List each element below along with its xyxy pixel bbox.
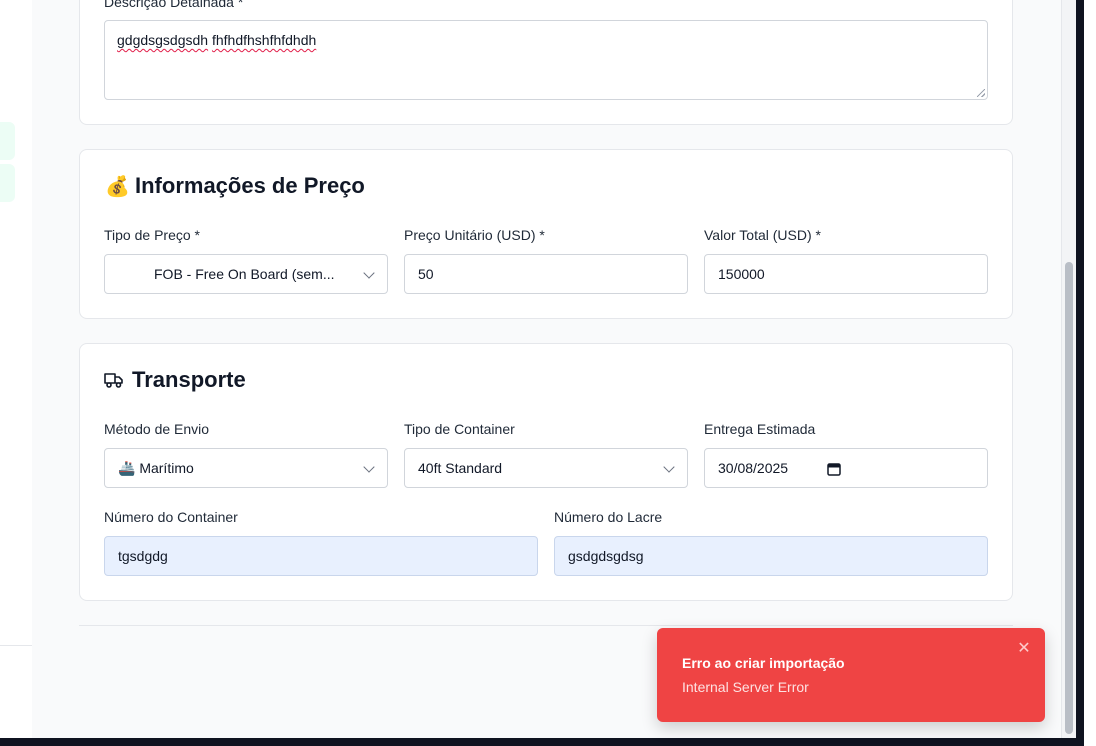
- unit-price-input[interactable]: 50: [404, 254, 688, 294]
- description-text-1: gdgdsgsdgsdh: [117, 32, 209, 48]
- money-bag-icon: 💰: [105, 176, 130, 198]
- toast-message: Internal Server Error: [682, 679, 809, 695]
- background-page: [0, 0, 32, 738]
- unit-price-label: Preço Unitário (USD) *: [404, 227, 545, 243]
- scrollbar-thumb[interactable]: [1065, 262, 1073, 734]
- calendar-icon[interactable]: [827, 462, 841, 476]
- footer-divider: [79, 625, 1013, 626]
- total-value-label: Valor Total (USD) *: [704, 227, 821, 243]
- error-toast: Erro ao criar importação Internal Server…: [657, 628, 1045, 722]
- background-nav-highlight: [0, 164, 15, 202]
- delivery-date-value: 30/08/2025: [718, 460, 789, 476]
- price-type-label: Tipo de Preço *: [104, 227, 200, 243]
- background-divider: [0, 645, 32, 646]
- container-number-label: Número do Container: [104, 509, 238, 525]
- chevron-down-icon: [363, 461, 375, 473]
- total-value-value: 150000: [718, 266, 765, 282]
- overlay-bottom-edge: [0, 738, 1084, 746]
- seal-number-label: Número do Lacre: [554, 509, 663, 525]
- truck-icon: [104, 373, 123, 388]
- description-textarea[interactable]: gdgdsgsdgsdh fhfhdfhshfhfdhdh: [104, 20, 988, 100]
- toast-title: Erro ao criar importação: [682, 655, 845, 671]
- shipping-method-label: Método de Envio: [104, 421, 210, 437]
- page-edge: [1084, 0, 1096, 746]
- container-type-value: 40ft Standard: [418, 460, 503, 476]
- price-type-select[interactable]: FOB - Free On Board (sem...: [104, 254, 388, 294]
- seal-number-value: gsdgdsgdsg: [568, 548, 644, 564]
- close-icon[interactable]: ✕: [1016, 641, 1032, 657]
- container-number-value: tgsdgdg: [118, 548, 168, 564]
- seal-number-input[interactable]: gsdgdsgdsg: [554, 536, 988, 576]
- container-type-select[interactable]: 40ft Standard: [404, 448, 688, 488]
- price-type-value: FOB - Free On Board (sem...: [154, 266, 335, 282]
- container-type-label: Tipo de Container: [404, 421, 515, 437]
- container-number-input[interactable]: tgsdgdg: [104, 536, 538, 576]
- description-label: Descrição Detalhada *: [104, 0, 244, 10]
- delivery-date-input[interactable]: 30/08/2025: [704, 448, 988, 488]
- description-text-2: fhfhdfhshfhfdhdh: [211, 32, 317, 48]
- delivery-date-label: Entrega Estimada: [704, 421, 816, 437]
- total-value-input[interactable]: 150000: [704, 254, 988, 294]
- resize-handle-icon[interactable]: [977, 89, 985, 97]
- unit-price-value: 50: [418, 266, 434, 282]
- shipping-method-select[interactable]: 🚢 Marítimo: [104, 448, 388, 488]
- overlay-edge: [1076, 0, 1084, 746]
- chevron-down-icon: [363, 267, 375, 279]
- chevron-down-icon: [663, 461, 675, 473]
- price-section-title: Informações de Preço: [135, 173, 365, 198]
- background-nav-highlight: [0, 122, 15, 160]
- shipping-method-value: 🚢 Marítimo: [118, 459, 194, 476]
- transport-section-title: Transporte: [132, 367, 246, 392]
